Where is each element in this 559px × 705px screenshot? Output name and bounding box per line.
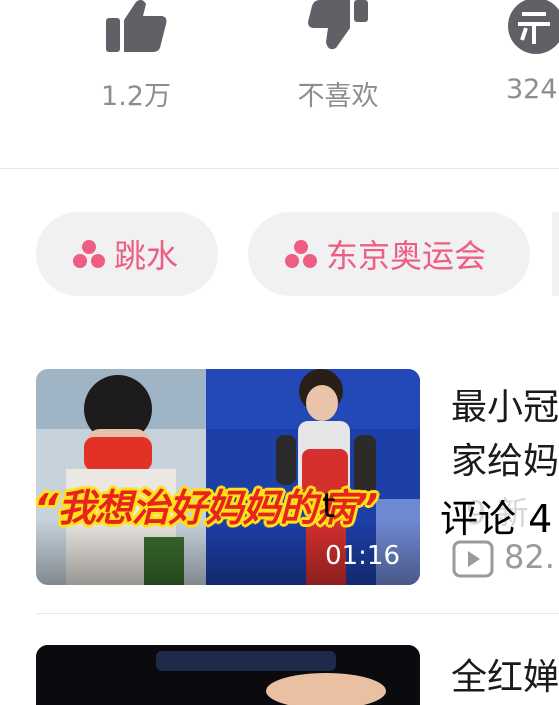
video-title-line-1[interactable]: 最小冠 [451, 378, 559, 430]
video-view-count: 82. [504, 538, 555, 576]
tag-dots-icon [73, 240, 105, 268]
coin-count: 324 [506, 74, 558, 105]
video-thumbnail-2[interactable] [36, 645, 420, 705]
like-button[interactable]: 1.2万 [94, 0, 178, 112]
video-title-line-2[interactable]: 家给妈 [451, 432, 559, 484]
video-title-2-line-1[interactable]: 全红婵 [451, 648, 559, 700]
thumbnail-image [36, 645, 420, 705]
thumb-down-icon [308, 0, 368, 50]
list-divider [36, 613, 559, 614]
overlay-fragment: t [322, 486, 336, 526]
tag-chip-partial[interactable] [552, 212, 559, 296]
tag-chip-label: 跳水 [114, 237, 179, 275]
coin-button[interactable]: 324 [500, 0, 559, 110]
tag-chip-tokyo-olympics[interactable]: 东京奥运会 [248, 212, 530, 296]
tag-dots-icon [285, 240, 317, 268]
section-divider [0, 168, 559, 169]
dislike-button[interactable]: 不喜欢 [290, 0, 386, 112]
coin-icon [508, 0, 559, 54]
tag-chip-label: 东京奥运会 [326, 237, 487, 275]
like-count: 1.2万 [101, 81, 171, 112]
tag-chip-diving[interactable]: 跳水 [36, 212, 218, 296]
thumb-up-icon [106, 0, 167, 52]
video-duration: 01:16 [325, 541, 400, 571]
play-count-icon [452, 540, 494, 578]
comment-overlay: 评论 4 [440, 497, 553, 541]
video-thumbnail[interactable]: “我想治好妈妈的病” 01:16 [36, 369, 420, 585]
dislike-label: 不喜欢 [297, 81, 379, 112]
